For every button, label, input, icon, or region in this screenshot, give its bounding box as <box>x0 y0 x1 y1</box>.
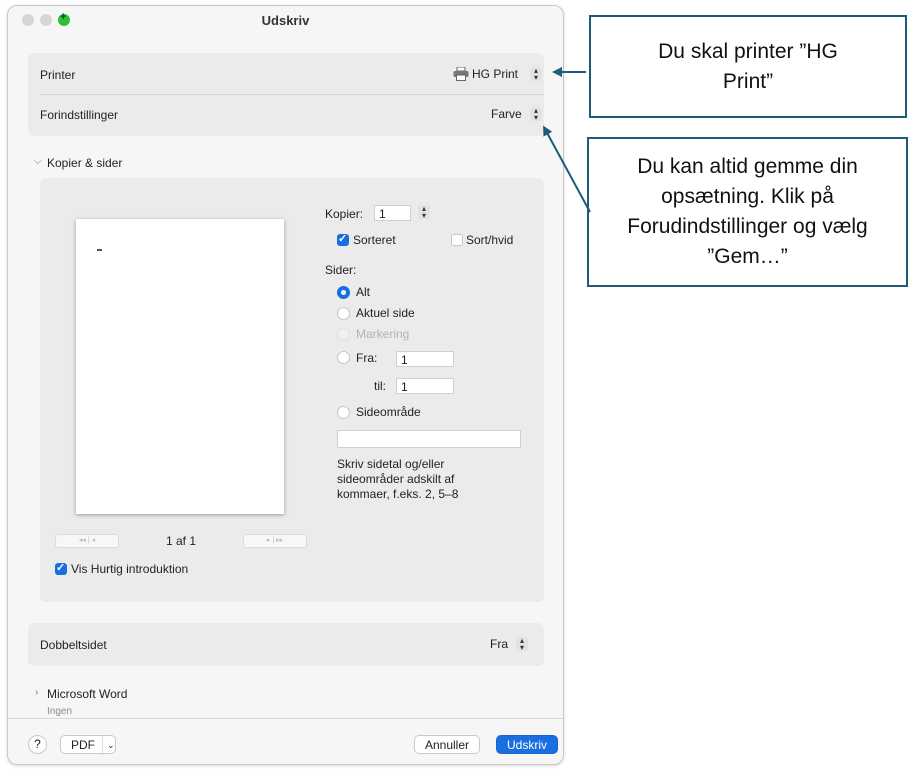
presets-callout-arrow <box>543 125 591 213</box>
callout-arrows <box>543 67 591 213</box>
